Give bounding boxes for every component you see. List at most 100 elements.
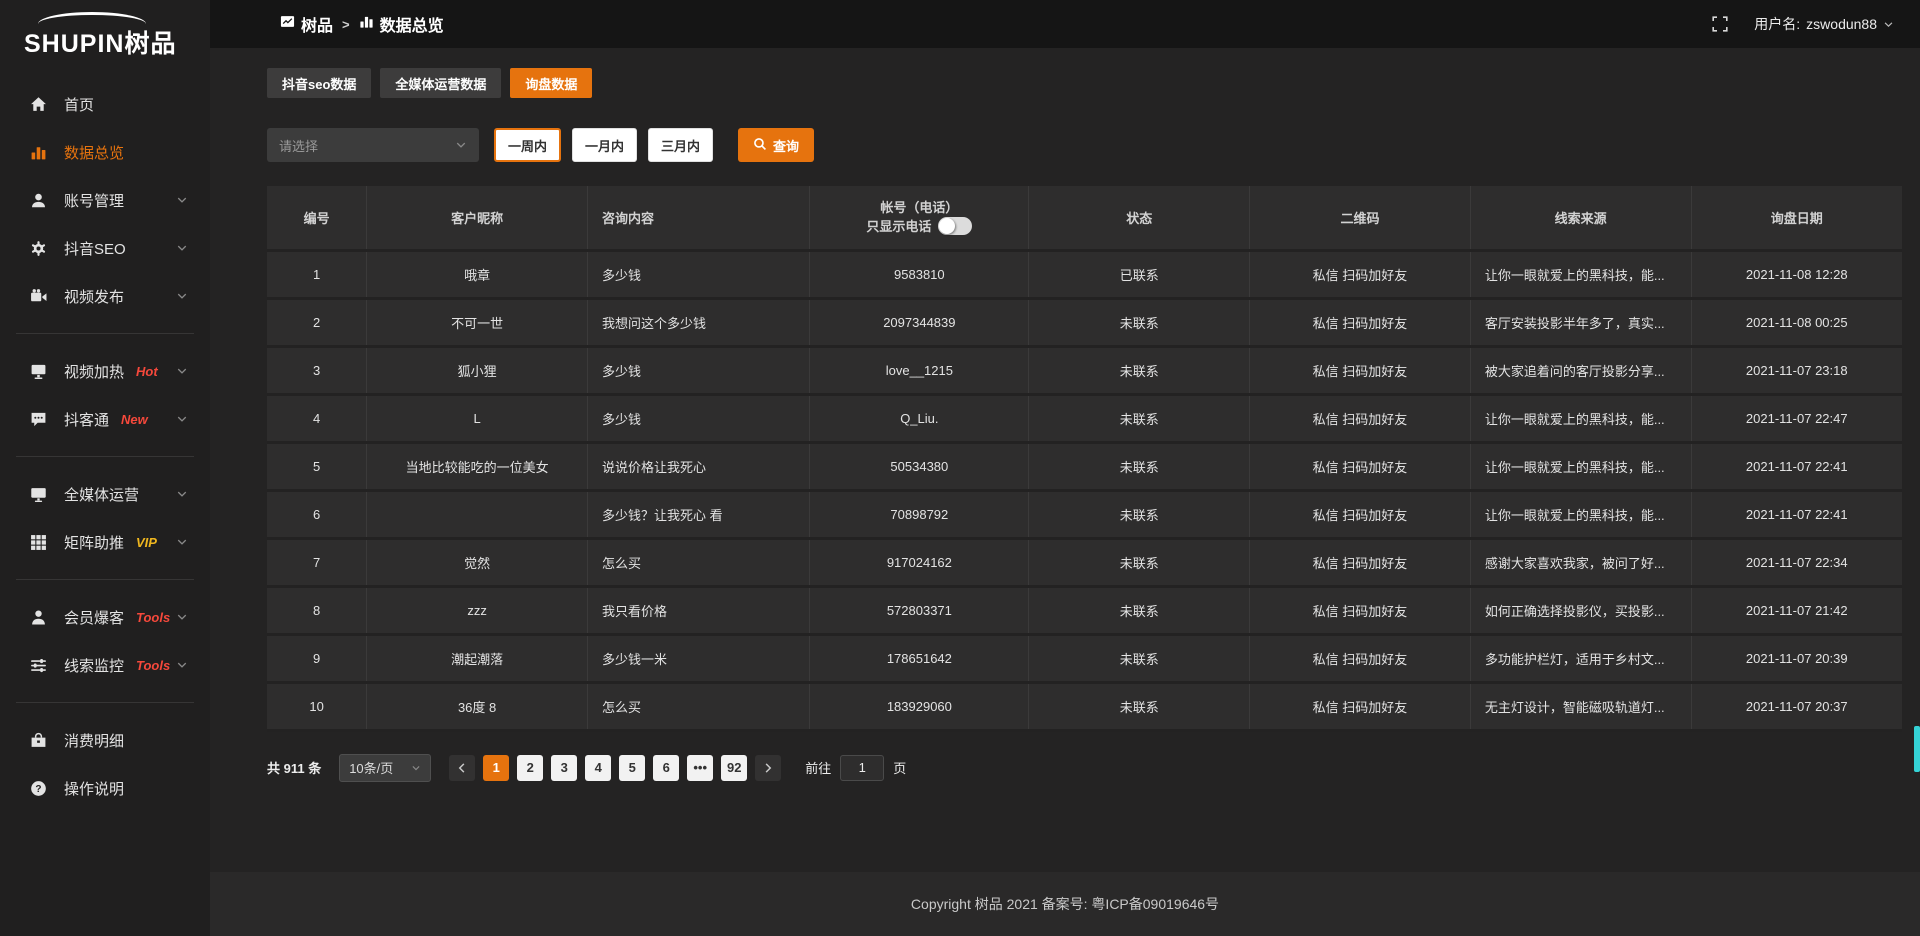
table-row: 3狐小狸多少钱love__1215未联系私信 扫码加好友被大家追着问的客厅投影分… [267, 346, 1902, 394]
sidebar: SHUPIN树品 首页数据总览账号管理抖音SEO 视频发布视频加热Hot抖客通Ne… [0, 0, 210, 936]
cell-id: 2 [267, 298, 367, 346]
quick-filter-2[interactable]: 三月内 [648, 128, 713, 162]
sidebar-item-douyin-seo[interactable]: 抖音SEO [0, 224, 210, 272]
cell-source-link[interactable]: 让你一眼就爱上的黑科技，能... [1470, 250, 1691, 298]
cell-qrcode-link[interactable]: 私信 扫码加好友 [1250, 538, 1471, 586]
sidebar-item-label: 消费明细 [64, 730, 124, 751]
cell-qrcode-link[interactable]: 私信 扫码加好友 [1250, 682, 1471, 730]
topbar-right: 用户名: zswodun88 [1712, 14, 1894, 34]
cell-id: 4 [267, 394, 367, 442]
quick-filter-0[interactable]: 一周内 [494, 128, 561, 162]
breadcrumb-current[interactable]: 数据总览 [359, 12, 444, 36]
cell-source-link[interactable]: 让你一眼就爱上的黑科技，能... [1470, 442, 1691, 490]
cell-source-link[interactable]: 无主灯设计，智能磁吸轨道灯... [1470, 682, 1691, 730]
cell-source-link[interactable]: 让你一眼就爱上的黑科技，能... [1470, 394, 1691, 442]
tab-2[interactable]: 询盘数据 [510, 68, 592, 98]
sidebar-item-expense-detail[interactable]: 消费明细 [0, 716, 210, 764]
cell-nickname: 不可一世 [367, 298, 588, 346]
page-button-3[interactable]: 3 [551, 755, 577, 781]
chevron-down-icon [176, 194, 188, 206]
cell-content: 怎么买 [587, 538, 809, 586]
sidebar-item-label: 会员爆客 [64, 607, 124, 628]
page-size-select[interactable]: 10条/页 [339, 754, 431, 782]
breadcrumb-current-label: 数据总览 [380, 12, 444, 36]
brand-logo: SHUPIN树品 [0, 0, 210, 74]
cell-date: 2021-11-07 21:42 [1691, 586, 1902, 634]
cell-source-link[interactable]: 让你一眼就爱上的黑科技，能... [1470, 490, 1691, 538]
sidebar-item-lead-monitor[interactable]: 线索监控Tools [0, 641, 210, 689]
sidebar-item-member-baoke[interactable]: 会员爆客 Tools [0, 593, 210, 641]
cell-qrcode-link[interactable]: 私信 扫码加好友 [1250, 394, 1471, 442]
table-row: 7觉然怎么买917024162未联系私信 扫码加好友感谢大家喜欢我家，被问了好.… [267, 538, 1902, 586]
cell-content: 多少钱一米 [587, 634, 809, 682]
cell-qrcode-link[interactable]: 私信 扫码加好友 [1250, 490, 1471, 538]
page-button-6[interactable]: 6 [653, 755, 679, 781]
sidebar-item-help[interactable]: ?操作说明 [0, 764, 210, 812]
expense-icon [30, 732, 47, 749]
cell-date: 2021-11-07 22:41 [1691, 442, 1902, 490]
sidebar-nav: 首页数据总览账号管理抖音SEO 视频发布视频加热Hot抖客通New 全媒体运营矩阵助… [0, 74, 210, 936]
page-button-5[interactable]: 5 [619, 755, 645, 781]
cell-qrcode-link[interactable]: 私信 扫码加好友 [1250, 298, 1471, 346]
phone-only-toggle[interactable] [938, 217, 972, 235]
home-icon [30, 96, 47, 113]
badge-tools: Tools [136, 610, 170, 625]
cell-qrcode-link[interactable]: 私信 扫码加好友 [1250, 634, 1471, 682]
sidebar-item-media-ops[interactable]: 全媒体运营 [0, 470, 210, 518]
sliders-icon [30, 657, 47, 674]
cell-id: 1 [267, 250, 367, 298]
goto-page-input[interactable] [840, 755, 884, 781]
col-header-2: 咨询内容 [587, 186, 809, 250]
search-button[interactable]: 查询 [738, 128, 814, 162]
cell-source-link[interactable]: 被大家追着问的客厅投影分享... [1470, 346, 1691, 394]
page-button-4[interactable]: 4 [585, 755, 611, 781]
page-button-2[interactable]: 2 [517, 755, 543, 781]
page-ellipsis-button[interactable]: ••• [687, 755, 713, 781]
breadcrumb-root[interactable]: 树品 [280, 12, 333, 36]
sidebar-item-label: 视频发布 [64, 286, 124, 307]
next-page-button[interactable] [755, 755, 781, 781]
cell-status: 未联系 [1029, 682, 1250, 730]
sidebar-divider [16, 702, 194, 703]
cell-qrcode-link[interactable]: 私信 扫码加好友 [1250, 586, 1471, 634]
member-icon [30, 609, 47, 626]
sidebar-item-video-publish[interactable]: 视频发布 [0, 272, 210, 320]
sidebar-item-data-overview[interactable]: 数据总览 [0, 128, 210, 176]
goto-suffix: 页 [893, 758, 906, 777]
cell-source-link[interactable]: 客厅安装投影半年多了，真实... [1470, 298, 1691, 346]
fullscreen-icon[interactable] [1712, 16, 1728, 32]
page-button-1[interactable]: 1 [483, 755, 509, 781]
tab-1[interactable]: 全媒体运营数据 [380, 68, 501, 98]
cell-source-link[interactable]: 如何正确选择投影仪，买投影... [1470, 586, 1691, 634]
col-header-4: 状态 [1029, 186, 1250, 250]
sidebar-item-douketong[interactable]: 抖客通New [0, 395, 210, 443]
user-menu[interactable]: 用户名: zswodun88 [1754, 14, 1894, 34]
cell-nickname: 狐小狸 [367, 346, 588, 394]
sidebar-item-matrix-boost[interactable]: 矩阵助推VIP [0, 518, 210, 566]
sidebar-item-video-heat[interactable]: 视频加热Hot [0, 347, 210, 395]
sidebar-item-account-manage[interactable]: 账号管理 [0, 176, 210, 224]
topbar: 树品 > 数据总览 用户名: zswodun88 [210, 0, 1920, 48]
breadcrumb-separator: > [342, 17, 350, 32]
chevron-down-icon [411, 763, 421, 773]
app-root: SHUPIN树品 首页数据总览账号管理抖音SEO视频发布视频加热Hot抖客通Ne… [0, 0, 1920, 936]
page-button-92[interactable]: 92 [721, 755, 747, 781]
cell-source-link[interactable]: 多功能护栏灯，适用于乡村文... [1470, 634, 1691, 682]
filter-select[interactable]: 请选择 [267, 128, 479, 162]
cell-id: 3 [267, 346, 367, 394]
cell-source-link[interactable]: 感谢大家喜欢我家，被问了好... [1470, 538, 1691, 586]
cell-qrcode-link[interactable]: 私信 扫码加好友 [1250, 250, 1471, 298]
table-row: 6多少钱？让我死心 看70898792未联系私信 扫码加好友让你一眼就爱上的黑科… [267, 490, 1902, 538]
badge-hot: Hot [136, 364, 158, 379]
cell-date: 2021-11-08 12:28 [1691, 250, 1902, 298]
quick-filter-1[interactable]: 一月内 [572, 128, 637, 162]
sidebar-item-home[interactable]: 首页 [0, 80, 210, 128]
scrollbar-thumb[interactable] [1914, 726, 1920, 772]
cell-account: 2097344839 [810, 298, 1029, 346]
breadcrumb-root-label: 树品 [301, 12, 333, 36]
cell-qrcode-link[interactable]: 私信 扫码加好友 [1250, 346, 1471, 394]
cell-qrcode-link[interactable]: 私信 扫码加好友 [1250, 442, 1471, 490]
prev-page-button[interactable] [449, 755, 475, 781]
tab-0[interactable]: 抖音seo数据 [267, 68, 371, 98]
cell-nickname: 哦章 [367, 250, 588, 298]
